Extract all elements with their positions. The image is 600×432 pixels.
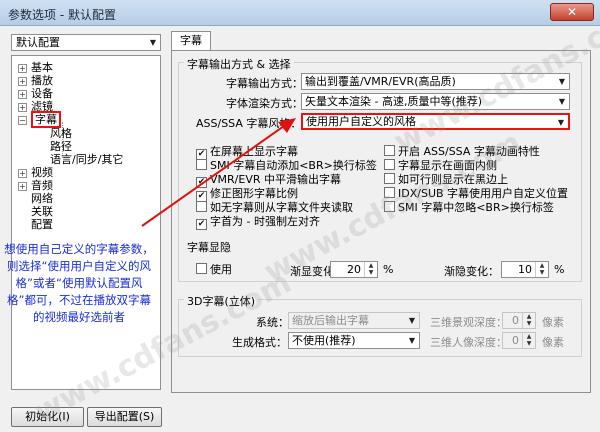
annotation-arrow bbox=[141, 118, 296, 227]
